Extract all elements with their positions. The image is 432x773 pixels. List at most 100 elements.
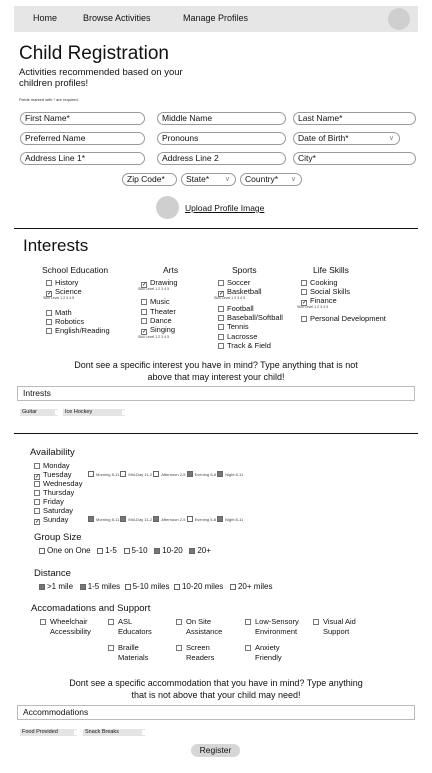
option-checkbox-checked[interactable] [39,584,45,590]
accom-anxiety-friendly[interactable]: Anxiety Friendly [245,643,282,663]
option-checkbox-checked[interactable] [189,548,196,554]
interest-soccer[interactable]: Soccer [218,278,250,287]
tag-remove-icon[interactable] [74,730,77,735]
checkbox[interactable] [34,490,40,496]
day-friday[interactable]: Friday [34,497,64,506]
checkbox[interactable] [301,289,307,295]
date-of-birth-field[interactable]: Date of Birth* ∨ [293,132,400,145]
slot-checkbox[interactable] [120,471,127,477]
checkbox[interactable] [108,645,114,651]
profile-image-placeholder[interactable] [156,196,179,219]
option-checkbox[interactable] [123,548,130,554]
interest-social-skills[interactable]: Social Skills [301,287,350,296]
checkbox[interactable] [218,315,224,321]
checkbox[interactable] [176,619,182,625]
last-name-field[interactable]: Last Name* [293,112,416,125]
slot-checkbox-checked[interactable] [217,471,224,477]
slot-checkbox-checked[interactable] [217,516,224,522]
option-checkbox[interactable] [97,548,104,554]
interest-math[interactable]: Math [46,308,72,317]
tag-remove-icon[interactable] [122,410,125,415]
pronouns-field[interactable]: Pronouns [157,132,286,145]
tag-food-provided[interactable]: Food Provided [20,729,77,736]
address-line-1-field[interactable]: Address Line 1* [20,152,145,165]
skill-level-basketball[interactable]: Skill Level 1 2 3 4 5 [214,296,245,300]
country-select[interactable]: Country* ∨ [240,173,302,186]
interest-lacrosse[interactable]: Lacrosse [218,332,257,341]
checkbox[interactable] [245,619,251,625]
skill-level-singing[interactable]: Skill Level 1 2 3 4 5 [138,335,169,339]
address-line-2-field[interactable]: Address Line 2 [157,152,286,165]
avatar[interactable] [388,8,410,30]
option-checkbox[interactable] [124,584,131,590]
tag-snack-breaks[interactable]: Snack Breaks [83,729,145,736]
slot-checkbox-checked[interactable] [153,516,160,522]
skill-level-science[interactable]: Skill Level 1 2 3 4 5 [43,296,74,300]
checkbox[interactable] [34,463,40,469]
checkbox[interactable] [218,306,224,312]
slot-checkbox-checked[interactable] [120,516,127,522]
checkbox[interactable] [34,508,40,514]
option-checkbox[interactable] [173,584,180,590]
checkbox[interactable] [245,645,251,651]
nav-manage-profiles[interactable]: Manage Profiles [183,13,248,23]
checkbox[interactable] [34,499,40,505]
slot-checkbox-checked[interactable] [186,471,193,477]
tag-guitar[interactable]: Guitar [20,409,58,416]
checkbox[interactable] [176,645,182,651]
tag-remove-icon[interactable] [142,730,145,735]
day-saturday[interactable]: Saturday [34,506,73,515]
tag-remove-icon[interactable] [55,410,58,415]
accom-onsite[interactable]: On Site Assistance [176,617,222,637]
checkbox[interactable] [218,343,224,349]
interest-robotics[interactable]: Robotics [46,317,84,326]
slot-checkbox-checked[interactable] [88,516,94,522]
day-monday[interactable]: Monday [34,461,70,470]
checkbox[interactable] [46,328,52,334]
option-checkbox[interactable] [229,584,236,590]
interest-football[interactable]: Football [218,304,254,313]
checkbox[interactable] [301,316,307,322]
checkbox[interactable] [46,280,52,286]
interest-history[interactable]: History [46,278,78,287]
checkbox[interactable] [108,619,114,625]
accom-visual-aid[interactable]: Visual Aid Support [313,617,356,637]
city-field[interactable]: City* [293,152,416,165]
upload-profile-image-link[interactable]: Upload Profile Image [185,203,264,213]
slot-checkbox[interactable] [153,471,160,477]
interests-input[interactable]: Intrests [17,386,415,401]
checkbox[interactable] [40,619,46,625]
interest-tennis[interactable]: Tennis [218,322,249,331]
interest-baseball-softball[interactable]: Baseball/Softball [218,313,283,322]
accom-braille[interactable]: Braille Materials [108,643,148,663]
first-name-field[interactable]: First Name* [20,112,145,125]
state-select[interactable]: State* ∨ [181,173,236,186]
zip-code-field[interactable]: Zip Code* [122,173,177,186]
checkbox[interactable] [46,319,52,325]
option-checkbox-checked[interactable] [79,584,86,590]
accom-asl[interactable]: ASL Educators [108,617,152,637]
checkbox[interactable] [34,481,40,487]
option-checkbox[interactable] [39,548,45,554]
interest-singing[interactable]: ✓ Singing [141,325,175,335]
tag-ice-hockey[interactable]: Ice Hockey [63,409,125,416]
nav-browse-activities[interactable]: Browse Activities [83,13,151,23]
interest-cooking[interactable]: Cooking [301,278,338,287]
interest-music[interactable]: Music [141,297,170,306]
checkbox[interactable] [141,309,147,315]
interest-dance[interactable]: Dance [141,316,172,325]
nav-home[interactable]: Home [33,13,57,23]
middle-name-field[interactable]: Middle Name [157,112,286,125]
slot-checkbox[interactable] [88,471,94,477]
checkbox[interactable] [46,310,52,316]
slot-checkbox[interactable] [186,516,193,522]
interest-english-reading[interactable]: English/Reading [46,326,110,335]
checkbox[interactable] [218,280,224,286]
checkbox[interactable] [301,280,307,286]
skill-level-finance[interactable]: Skill Level 1 2 3 4 5 [297,305,328,309]
day-sunday[interactable]: ✓ Sunday [34,515,68,525]
checkbox[interactable] [218,334,224,340]
preferred-name-field[interactable]: Preferred Name [20,132,145,145]
checkbox[interactable] [313,619,319,625]
interest-personal-development[interactable]: Personal Development [301,314,386,323]
